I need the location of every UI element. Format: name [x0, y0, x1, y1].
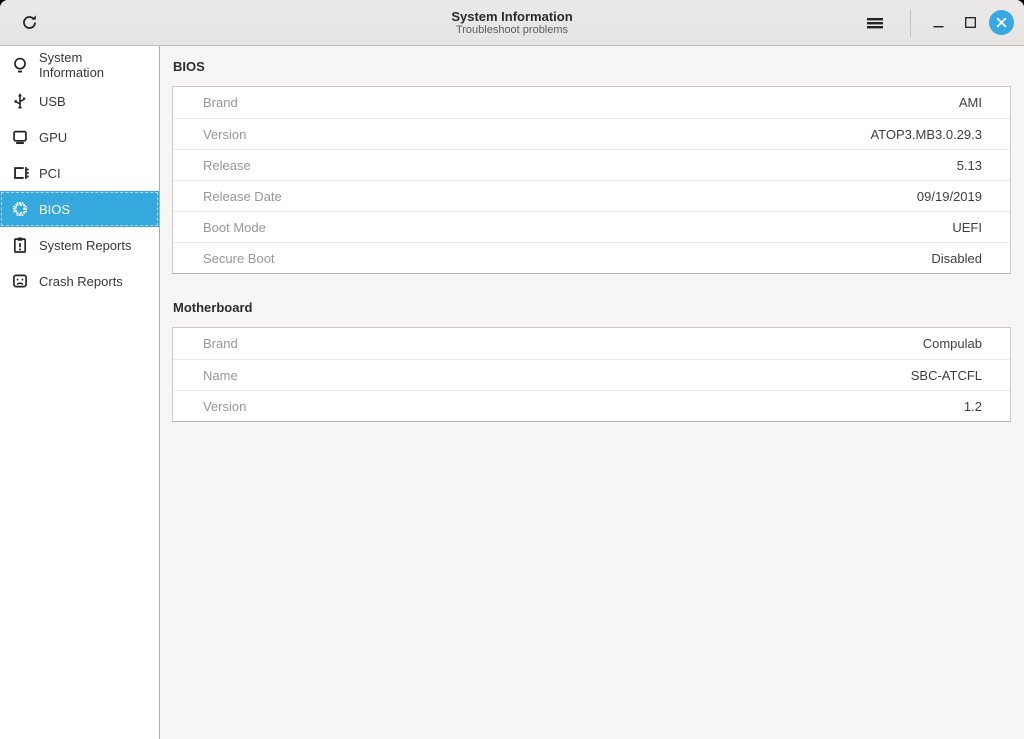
window-title: System Information [451, 9, 572, 24]
minimize-button[interactable] [925, 10, 951, 36]
row-label: Release [203, 158, 251, 173]
app-window: System Information Troubleshoot problems [0, 0, 1024, 739]
maximize-icon [965, 17, 976, 28]
titlebar: System Information Troubleshoot problems [0, 0, 1024, 46]
crash-face-icon [10, 271, 30, 291]
row-value: ATOP3.MB3.0.29.3 [870, 127, 982, 142]
usb-icon [10, 91, 30, 111]
window-subtitle: Troubleshoot problems [456, 24, 568, 37]
info-table: Brand Compulab Name SBC-ATCFL Version 1.… [172, 327, 1011, 422]
table-row: Brand AMI [173, 87, 1010, 118]
refresh-icon [21, 14, 38, 31]
sidebar-item-label: PCI [39, 166, 61, 181]
table-row: Version ATOP3.MB3.0.29.3 [173, 118, 1010, 149]
titlebar-separator [910, 9, 911, 37]
sidebar-item-label: System Reports [39, 238, 131, 253]
row-value: 1.2 [964, 399, 982, 414]
table-row: Boot Mode UEFI [173, 211, 1010, 242]
table-row: Release Date 09/19/2019 [173, 180, 1010, 211]
minimize-icon [933, 17, 944, 28]
section-title: BIOS [173, 59, 1011, 74]
sidebar-item-system-reports[interactable]: System Reports [0, 227, 159, 263]
sidebar-item-label: BIOS [39, 202, 70, 217]
monitor-icon [10, 127, 30, 147]
row-value: Compulab [923, 336, 982, 351]
sidebar-item-gpu[interactable]: GPU [0, 119, 159, 155]
table-row: Brand Compulab [173, 328, 1010, 359]
pci-card-icon [10, 163, 30, 183]
row-value: Disabled [931, 251, 982, 266]
lightbulb-icon [10, 55, 30, 75]
row-label: Version [203, 127, 246, 142]
table-row: Release 5.13 [173, 149, 1010, 180]
sidebar-item-label: System Information [39, 50, 149, 80]
chip-icon [10, 199, 30, 219]
row-value: 5.13 [957, 158, 982, 173]
section-title: Motherboard [173, 300, 1011, 315]
sidebar-item-crash-reports[interactable]: Crash Reports [0, 263, 159, 299]
row-value: SBC-ATCFL [911, 368, 982, 383]
clipboard-icon [10, 235, 30, 255]
row-label: Release Date [203, 189, 282, 204]
maximize-button[interactable] [957, 10, 983, 36]
sidebar-item-label: Crash Reports [39, 274, 123, 289]
row-label: Brand [203, 336, 238, 351]
row-value: 09/19/2019 [917, 189, 982, 204]
content-pane: BIOS Brand AMI Version ATOP3.MB3.0.29.3 … [160, 46, 1024, 739]
section-bios: BIOS Brand AMI Version ATOP3.MB3.0.29.3 … [172, 59, 1011, 274]
sidebar-item-pci[interactable]: PCI [0, 155, 159, 191]
row-label: Secure Boot [203, 251, 275, 266]
table-row: Secure Boot Disabled [173, 242, 1010, 273]
table-row: Version 1.2 [173, 390, 1010, 421]
sidebar-item-bios[interactable]: BIOS [0, 191, 159, 227]
table-row: Name SBC-ATCFL [173, 359, 1010, 390]
close-button[interactable] [989, 10, 1014, 35]
info-table: Brand AMI Version ATOP3.MB3.0.29.3 Relea… [172, 86, 1011, 274]
row-label: Boot Mode [203, 220, 266, 235]
close-icon [996, 17, 1007, 28]
menu-icon [865, 15, 885, 31]
row-label: Version [203, 399, 246, 414]
row-value: AMI [959, 95, 982, 110]
refresh-button[interactable] [14, 8, 44, 38]
sidebar-item-system-information[interactable]: System Information [0, 47, 159, 83]
row-value: UEFI [952, 220, 982, 235]
row-label: Brand [203, 95, 238, 110]
sidebar-item-usb[interactable]: USB [0, 83, 159, 119]
row-label: Name [203, 368, 238, 383]
menu-button[interactable] [860, 8, 890, 38]
sidebar-item-label: USB [39, 94, 66, 109]
section-motherboard: Motherboard Brand Compulab Name SBC-ATCF… [172, 300, 1011, 422]
sidebar: System Information USB GPU PCI BIOS Syst… [0, 46, 160, 739]
sidebar-item-label: GPU [39, 130, 67, 145]
